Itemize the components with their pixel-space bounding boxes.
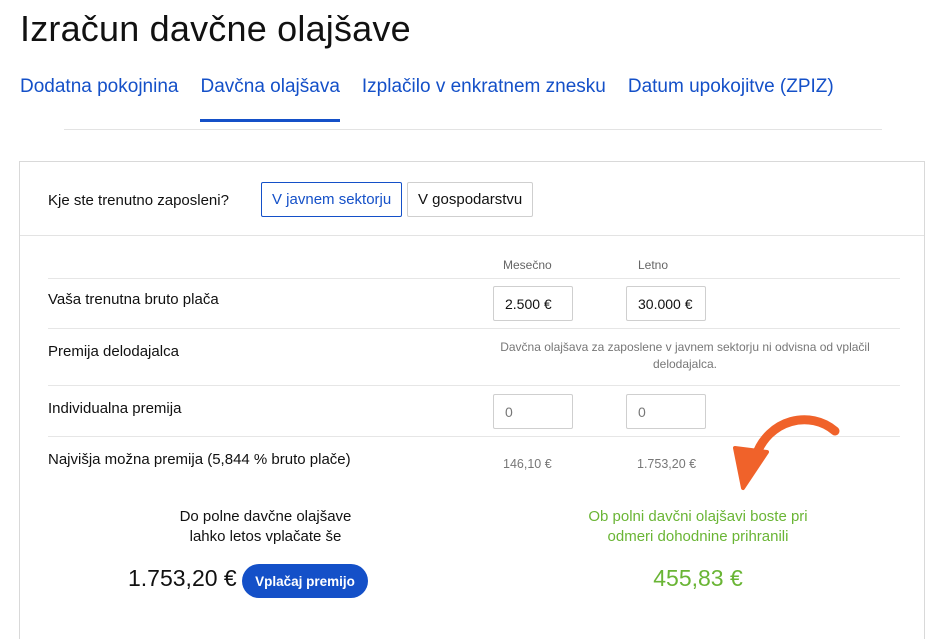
tab-izplacilo-enkratni-znesek[interactable]: Izplačilo v enkratnem znesku bbox=[362, 76, 606, 122]
salary-monthly-input[interactable]: 2.500 € bbox=[493, 286, 573, 321]
sector-question: Kje ste trenutno zaposleni? bbox=[48, 192, 229, 209]
row-divider bbox=[48, 385, 900, 386]
tabs-divider bbox=[64, 129, 882, 130]
tax-savings-line2: odmeri dohodnine prihranili bbox=[607, 528, 789, 545]
salary-yearly-input[interactable]: 30.000 € bbox=[626, 286, 706, 321]
max-premium-label: Najvišja možna premija (5,844 % bruto pl… bbox=[48, 451, 351, 468]
remaining-premium-line2: lahko letos vplačate še bbox=[189, 528, 342, 545]
tab-dodatna-pokojnina[interactable]: Dodatna pokojnina bbox=[20, 76, 178, 122]
column-header-monthly: Mesečno bbox=[503, 258, 552, 272]
pay-premium-button[interactable]: Vplačaj premijo bbox=[242, 564, 368, 598]
row-divider bbox=[48, 278, 900, 279]
individual-premium-label: Individualna premija bbox=[48, 400, 182, 417]
remaining-premium-text: Do polne davčne olajšave lahko letos vpl… bbox=[138, 507, 393, 547]
row-divider bbox=[48, 328, 900, 329]
curved-arrow-icon bbox=[733, 415, 840, 490]
salary-label: Vaša trenutna bruto plača bbox=[48, 291, 219, 308]
tax-savings-line1: Ob polni davčni olajšavi boste pri bbox=[588, 508, 808, 525]
sector-selector: Kje ste trenutno zaposleni? V javnem sek… bbox=[20, 162, 924, 236]
employer-premium-note: Davčna olajšava za zaposlene v javnem se… bbox=[500, 340, 870, 371]
max-premium-monthly-value: 146,10 € bbox=[503, 457, 552, 471]
max-premium-yearly-value: 1.753,20 € bbox=[637, 457, 697, 471]
tab-bar: Dodatna pokojnina Davčna olajšava Izplač… bbox=[20, 76, 856, 122]
page-title: Izračun davčne olajšave bbox=[20, 8, 411, 49]
remaining-premium-line1: Do polne davčne olajšave bbox=[179, 508, 352, 525]
public-sector-button[interactable]: V javnem sektorju bbox=[261, 182, 403, 217]
individual-premium-yearly-input[interactable]: 0 bbox=[626, 394, 706, 429]
tab-datum-upokojitve[interactable]: Datum upokojitve (ZPIZ) bbox=[628, 76, 834, 122]
tax-savings-text: Ob polni davčni olajšavi boste pri odmer… bbox=[548, 507, 848, 547]
employer-premium-label: Premija delodajalca bbox=[48, 343, 179, 360]
individual-premium-monthly-input[interactable]: 0 bbox=[493, 394, 573, 429]
private-sector-button[interactable]: V gospodarstvu bbox=[407, 182, 534, 217]
remaining-premium-amount: 1.753,20 € bbox=[128, 565, 237, 591]
column-header-yearly: Letno bbox=[638, 258, 669, 272]
tab-davcna-olajsava[interactable]: Davčna olajšava bbox=[200, 76, 340, 122]
tax-savings-amount: 455,83 € bbox=[653, 565, 743, 591]
calculator-card: Kje ste trenutno zaposleni? V javnem sek… bbox=[19, 161, 925, 639]
